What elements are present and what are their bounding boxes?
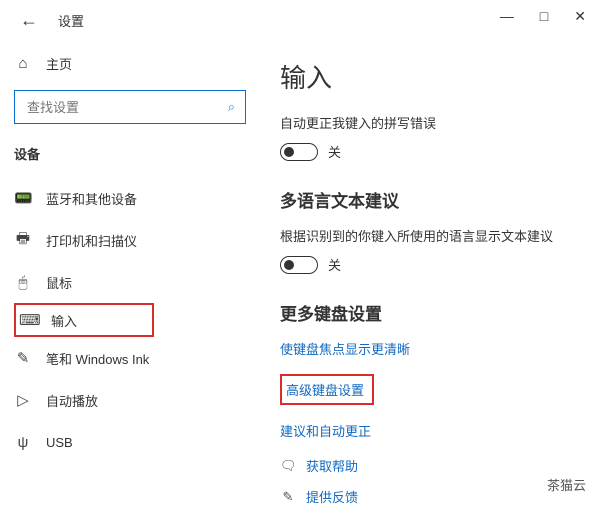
- page-title: 输入: [280, 58, 596, 95]
- minimize-button[interactable]: —: [500, 8, 514, 25]
- more-keyboard-heading: 更多键盘设置: [280, 300, 596, 325]
- search-box[interactable]: ⌕: [14, 90, 246, 124]
- sidebar-item-printers[interactable]: 🖶 打印机和扫描仪: [14, 219, 252, 261]
- search-input[interactable]: [25, 99, 228, 116]
- focus-display-link[interactable]: 使键盘焦点显示更清晰: [280, 339, 596, 358]
- home-icon: ⌂: [14, 55, 32, 72]
- sidebar-item-bluetooth[interactable]: 📟 蓝牙和其他设备: [14, 177, 252, 219]
- printer-icon: 🖶: [14, 228, 32, 253]
- pen-icon: ✎: [14, 349, 32, 367]
- sidebar-item-label: 笔和 Windows Ink: [46, 349, 149, 368]
- mouse-icon: 🖱: [14, 274, 32, 291]
- watermark: 茶猫云: [547, 475, 586, 494]
- sidebar-item-label: 鼠标: [46, 273, 72, 292]
- maximize-button[interactable]: □: [540, 8, 548, 25]
- sidebar-item-label: USB: [46, 435, 73, 450]
- sidebar-item-home[interactable]: ⌂ 主页: [14, 44, 252, 82]
- keyboard-icon: ⌨: [19, 311, 37, 329]
- help-label: 获取帮助: [306, 456, 358, 475]
- search-icon[interactable]: ⌕: [228, 99, 235, 115]
- sidebar-item-autoplay[interactable]: ▷ 自动播放: [14, 379, 252, 421]
- multilang-heading: 多语言文本建议: [280, 187, 596, 212]
- content-panel: 输入 自动更正我键入的拼写错误 关 多语言文本建议 根据识别到的你键入所使用的语…: [260, 40, 596, 518]
- sidebar-item-typing[interactable]: ⌨ 输入: [14, 303, 154, 337]
- sidebar-item-label: 打印机和扫描仪: [46, 231, 137, 250]
- sidebar: ⌂ 主页 ⌕ 设备 📟 蓝牙和其他设备 🖶 打印机和扫描仪 🖱 鼠标 ⌨ 输入 …: [0, 40, 260, 518]
- multilang-toggle[interactable]: [280, 256, 318, 274]
- spellcheck-state: 关: [328, 142, 341, 161]
- window-controls: — □ ✕: [500, 8, 586, 25]
- multilang-state: 关: [328, 255, 341, 274]
- sidebar-item-label: 输入: [51, 311, 77, 330]
- bluetooth-icon: 📟: [14, 189, 32, 207]
- get-help-link[interactable]: 🗨 获取帮助: [280, 456, 596, 475]
- window-title: 设置: [58, 11, 84, 30]
- feedback-label: 提供反馈: [306, 487, 358, 506]
- close-button[interactable]: ✕: [574, 8, 586, 25]
- multilang-label: 根据识别到的你键入所使用的语言显示文本建议: [280, 226, 596, 245]
- section-label-devices: 设备: [14, 144, 252, 163]
- feedback-icon: ✎: [280, 489, 296, 505]
- help-icon: 🗨: [280, 458, 296, 474]
- spellcheck-label: 自动更正我键入的拼写错误: [280, 113, 596, 132]
- home-label: 主页: [46, 54, 72, 73]
- back-icon[interactable]: ←: [16, 6, 42, 35]
- sidebar-item-label: 蓝牙和其他设备: [46, 189, 137, 208]
- suggestions-link[interactable]: 建议和自动更正: [280, 421, 596, 440]
- sidebar-item-pen[interactable]: ✎ 笔和 Windows Ink: [14, 337, 252, 379]
- sidebar-item-mouse[interactable]: 🖱 鼠标: [14, 261, 252, 303]
- advanced-keyboard-link[interactable]: 高级键盘设置: [280, 374, 374, 405]
- autoplay-icon: ▷: [14, 391, 32, 409]
- usb-icon: ψ: [14, 434, 32, 451]
- sidebar-item-label: 自动播放: [46, 391, 98, 410]
- spellcheck-toggle[interactable]: [280, 143, 318, 161]
- sidebar-item-usb[interactable]: ψ USB: [14, 421, 252, 463]
